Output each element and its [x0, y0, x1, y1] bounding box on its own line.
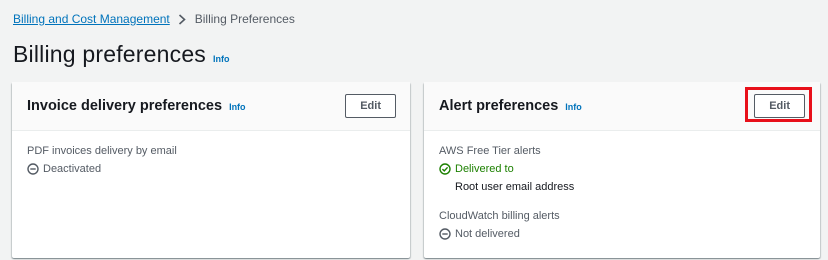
minus-circle-icon — [27, 163, 39, 175]
invoice-info-link[interactable]: Info — [229, 102, 246, 112]
page-title: Billing preferences — [13, 41, 207, 67]
chevron-right-icon — [178, 13, 186, 25]
pdf-invoice-label: PDF invoices delivery by email — [27, 145, 177, 157]
pdf-invoice-status-text: Deactivated — [43, 163, 102, 175]
alert-card-body: AWS Free Tier alerts Delivered to Root u… — [424, 131, 820, 254]
pdf-invoice-status: Deactivated — [27, 161, 395, 177]
free-tier-recipient: Root user email address — [455, 181, 575, 193]
invoice-card-header: Invoice delivery preferences Info Edit — [12, 82, 410, 131]
free-tier-alerts-status-text: Delivered to — [455, 163, 514, 175]
invoice-card-body: PDF invoices delivery by email Deactivat… — [12, 131, 410, 189]
breadcrumb-current: Billing Preferences — [194, 12, 295, 26]
free-tier-alerts-status: Delivered to — [439, 161, 805, 177]
minus-circle-icon — [439, 228, 451, 240]
alert-info-link[interactable]: Info — [565, 102, 582, 112]
cloudwatch-billing-alerts: CloudWatch billing alerts Not delivered — [439, 208, 805, 242]
breadcrumb: Billing and Cost Management Billing Pref… — [13, 11, 295, 27]
free-tier-alerts-label: AWS Free Tier alerts — [439, 145, 541, 157]
invoice-delivery-card: Invoice delivery preferences Info Edit P… — [12, 82, 410, 258]
cloudwatch-alerts-status-text: Not delivered — [455, 228, 520, 240]
cloudwatch-alerts-label: CloudWatch billing alerts — [439, 210, 560, 222]
cloudwatch-alerts-status: Not delivered — [439, 226, 805, 242]
edit-button-highlight — [745, 87, 812, 122]
page-header: Billing preferences Info — [13, 40, 230, 68]
check-circle-icon — [439, 163, 451, 175]
page-info-link[interactable]: Info — [213, 54, 230, 64]
invoice-edit-button[interactable]: Edit — [345, 94, 396, 118]
alert-card-title: Alert preferences — [439, 98, 559, 114]
breadcrumb-link-billing-cost-management[interactable]: Billing and Cost Management — [13, 11, 170, 27]
free-tier-alerts: AWS Free Tier alerts Delivered to Root u… — [439, 143, 805, 195]
invoice-card-title: Invoice delivery preferences — [27, 98, 223, 114]
